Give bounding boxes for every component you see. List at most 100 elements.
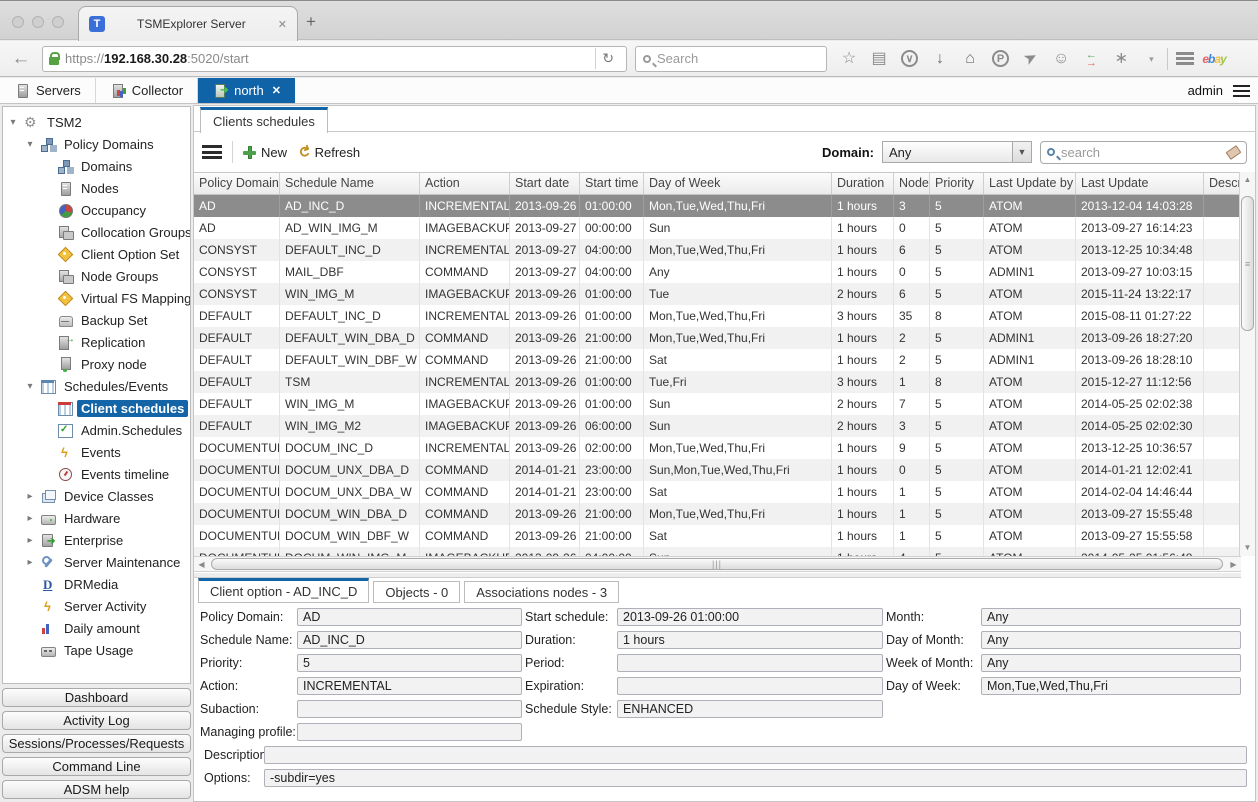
bookmark-star-icon[interactable]: ☆ <box>841 49 857 69</box>
reading-list-icon[interactable]: ▤ <box>871 49 887 69</box>
column-header-action[interactable]: Action <box>420 173 510 194</box>
field-input-options[interactable] <box>264 769 1247 787</box>
tree-item-hardware[interactable]: ▸Hardware <box>3 507 190 529</box>
field-input-description[interactable] <box>264 746 1247 764</box>
scroll-right-icon[interactable]: ▶ <box>1226 557 1241 572</box>
tree-item-tsm2[interactable]: ▾TSM2 <box>3 111 190 133</box>
sidebar-button-sessions-processes-requests[interactable]: Sessions/Processes/Requests <box>2 734 191 753</box>
table-row[interactable]: DEFAULTDEFAULT_WIN_DBF_WCOMMAND2013-09-2… <box>194 349 1241 371</box>
new-button[interactable]: New <box>243 145 287 160</box>
table-row[interactable]: DOCUMENTUMDOCUM_UNX_DBA_DCOMMAND2014-01-… <box>194 459 1241 481</box>
field-input-period[interactable] <box>617 654 883 672</box>
tree-item-occupancy[interactable]: Occupancy <box>3 199 190 221</box>
ebay-extension-icon[interactable]: ebay <box>1202 52 1225 66</box>
tree-item-daily-amount[interactable]: Daily amount <box>3 617 190 639</box>
sidebar-button-adsm-help[interactable]: ADSM help <box>2 780 191 799</box>
tree-item-device-classes[interactable]: ▸Device Classes <box>3 485 190 507</box>
back-button[interactable]: ← <box>8 48 34 70</box>
chevron-down-icon[interactable]: ▼ <box>1012 142 1031 162</box>
table-row[interactable]: DEFAULTWIN_IMG_M2IMAGEBACKUP2013-09-2606… <box>194 415 1241 437</box>
field-input-policy-domain[interactable] <box>297 608 522 626</box>
table-row[interactable]: DEFAULTWIN_IMG_MIMAGEBACKUP2013-09-2601:… <box>194 393 1241 415</box>
send-icon[interactable]: ➤ <box>1019 46 1043 71</box>
tree-item-collocation-groups[interactable]: Collocation Groups <box>3 221 190 243</box>
close-icon[interactable]: ✕ <box>272 84 281 97</box>
sync-arrows-extension-icon[interactable]: ←→ <box>1083 51 1099 67</box>
detail-tab-objects-0[interactable]: Objects - 0 <box>373 581 460 603</box>
expand-arrow-icon[interactable]: ▸ <box>24 535 36 546</box>
column-header-description[interactable]: Description <box>1204 173 1241 194</box>
smiley-extension-icon[interactable]: ☺ <box>1053 49 1069 69</box>
tree-item-events-timeline[interactable]: Events timeline <box>3 463 190 485</box>
tree-item-proxy-node[interactable]: Proxy node <box>3 353 190 375</box>
detail-tab-associations-nodes-3[interactable]: Associations nodes - 3 <box>464 581 619 603</box>
tree-item-client-option-set[interactable]: Client Option Set <box>3 243 190 265</box>
domain-select[interactable]: Any ▼ <box>882 141 1032 163</box>
browser-search-box[interactable]: Search <box>635 46 827 72</box>
clear-search-icon[interactable] <box>1226 145 1242 160</box>
tree-item-schedules-events[interactable]: ▾Schedules/Events <box>3 375 190 397</box>
tab-clients-schedules[interactable]: Clients schedules <box>200 107 328 133</box>
field-input-day-of-week[interactable] <box>981 677 1241 695</box>
table-row[interactable]: DOCUMENTUMDOCUM_WIN_DBF_WCOMMAND2013-09-… <box>194 525 1241 547</box>
app-menu-icon[interactable] <box>1233 85 1250 97</box>
sidebar-button-dashboard[interactable]: Dashboard <box>2 688 191 707</box>
tree-item-events[interactable]: Events <box>3 441 190 463</box>
field-input-start-schedule[interactable] <box>617 608 883 626</box>
refresh-button[interactable]: ↻Refresh <box>297 145 360 160</box>
tree-item-server-activity[interactable]: Server Activity <box>3 595 190 617</box>
field-input-duration[interactable] <box>617 631 883 649</box>
window-controls[interactable] <box>12 15 72 33</box>
scroll-up-icon[interactable]: ▲ <box>1240 172 1255 188</box>
table-row[interactable]: ADAD_WIN_IMG_MIMAGEBACKUP2013-09-2700:00… <box>194 217 1241 239</box>
field-input-priority[interactable] <box>297 654 522 672</box>
window-close-button[interactable] <box>12 16 24 28</box>
reload-icon[interactable]: ↻ <box>595 48 620 69</box>
tree-item-backup-set[interactable]: Backup Set <box>3 309 190 331</box>
tree-item-client-schedules[interactable]: Client schedules <box>3 397 190 419</box>
expand-arrow-icon[interactable]: ▸ <box>24 491 36 502</box>
vertical-scroll-thumb[interactable]: ≡ <box>1241 196 1254 331</box>
column-header-last-update[interactable]: Last Update <box>1076 173 1204 194</box>
app-tab-collector[interactable]: Collector <box>96 78 198 103</box>
download-icon[interactable]: ↓ <box>932 49 948 69</box>
table-row[interactable]: DEFAULTTSMINCREMENTAL2013-09-2601:00:00T… <box>194 371 1241 393</box>
column-header-last-update-by[interactable]: Last Update by <box>984 173 1076 194</box>
horizontal-scrollbar[interactable]: ◀ ||| ▶ <box>194 556 1241 572</box>
window-zoom-button[interactable] <box>52 16 64 28</box>
tab-close-icon[interactable]: ✕ <box>278 18 287 31</box>
expand-arrow-icon[interactable]: ▸ <box>24 513 36 524</box>
table-row[interactable]: DOCUMENTUMDOCUM_UNX_DBA_WCOMMAND2014-01-… <box>194 481 1241 503</box>
tree-item-domains[interactable]: Domains <box>3 155 190 177</box>
tree-item-enterprise[interactable]: ▸Enterprise <box>3 529 190 551</box>
table-row[interactable]: DEFAULTDEFAULT_WIN_DBA_DCOMMAND2013-09-2… <box>194 327 1241 349</box>
expand-arrow-icon[interactable]: ▸ <box>24 557 36 568</box>
field-input-month[interactable] <box>981 608 1241 626</box>
vertical-scrollbar[interactable]: ▲ ≡ ▼ <box>1239 172 1255 556</box>
field-input-action[interactable] <box>297 677 522 695</box>
column-header-day-of-week[interactable]: Day of Week <box>644 173 832 194</box>
column-header-duration[interactable]: Duration <box>832 173 894 194</box>
tree-item-replication[interactable]: Replication <box>3 331 190 353</box>
tree-item-policy-domains[interactable]: ▾Policy Domains <box>3 133 190 155</box>
app-tab-north[interactable]: north✕ <box>198 78 295 103</box>
home-icon[interactable]: ⌂ <box>962 49 978 69</box>
table-row[interactable]: ADAD_INC_DINCREMENTAL2013-09-2601:00:00M… <box>194 195 1241 217</box>
tree-item-nodes[interactable]: Nodes <box>3 177 190 199</box>
table-row[interactable]: DOCUMENTUMDOCUM_WIN_IMG_MIMAGEBACKUP2013… <box>194 547 1241 556</box>
window-minimize-button[interactable] <box>32 16 44 28</box>
grid-search-input[interactable] <box>1061 145 1221 160</box>
column-header-priority[interactable]: Priority <box>930 173 984 194</box>
field-input-schedule-style[interactable] <box>617 700 883 718</box>
url-bar[interactable]: https://192.168.30.28:5020/start ↻ <box>42 46 627 72</box>
table-row[interactable]: DEFAULTDEFAULT_INC_DINCREMENTAL2013-09-2… <box>194 305 1241 327</box>
scroll-left-icon[interactable]: ◀ <box>194 557 209 572</box>
table-row[interactable]: CONSYSTDEFAULT_INC_DINCREMENTAL2013-09-2… <box>194 239 1241 261</box>
tree-item-tape-usage[interactable]: Tape Usage <box>3 639 190 661</box>
field-input-schedule-name[interactable] <box>297 631 522 649</box>
tree-item-node-groups[interactable]: Node Groups <box>3 265 190 287</box>
field-input-expiration[interactable] <box>617 677 883 695</box>
browser-menu-icon[interactable] <box>1176 52 1194 65</box>
privacy-badger-icon[interactable]: P <box>992 50 1009 67</box>
sidebar-button-command-line[interactable]: Command Line <box>2 757 191 776</box>
